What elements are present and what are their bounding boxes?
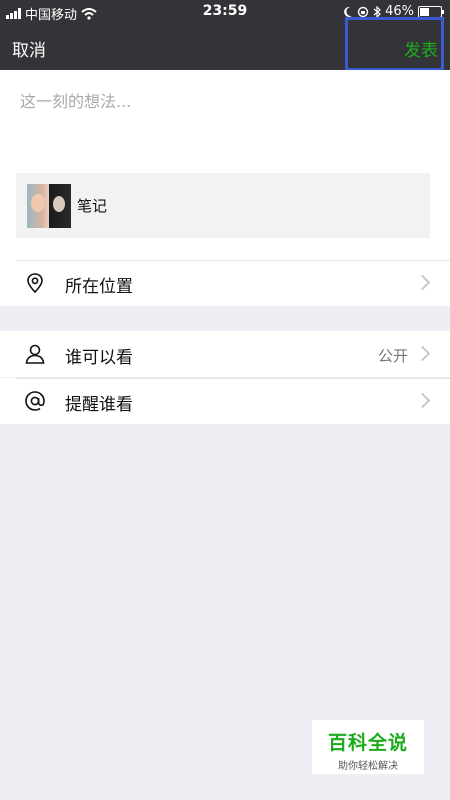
note-label: 笔记: [77, 197, 108, 215]
location-row[interactable]: 所在位置: [0, 260, 450, 306]
compose-area: 这一刻的想法... 笔记: [0, 70, 450, 260]
watermark-subtitle: 助你轻松解决: [338, 761, 398, 772]
battery-icon: [418, 5, 444, 18]
cancel-button[interactable]: 取消: [12, 36, 46, 61]
location-pin-icon: [27, 273, 43, 294]
visibility-value: 公开: [377, 347, 408, 365]
thought-input[interactable]: 这一刻的想法...: [20, 88, 131, 112]
highlight-box: [345, 17, 444, 71]
person-icon: [25, 344, 45, 364]
location-label: 所在位置: [65, 277, 133, 297]
chevron-right-icon: [414, 392, 431, 409]
remind-label: 提醒谁看: [65, 395, 133, 415]
bluetooth-icon: [373, 5, 381, 18]
visibility-row[interactable]: 谁可以看 公开: [0, 331, 450, 377]
chevron-right-icon: [414, 345, 431, 362]
watermark-title: 百科全说: [327, 732, 408, 754]
at-icon: [25, 391, 45, 411]
row-divider: [16, 260, 450, 261]
visibility-label: 谁可以看: [65, 348, 133, 368]
moon-icon: [344, 6, 353, 17]
chevron-right-icon: [414, 274, 431, 291]
remind-row[interactable]: 提醒谁看: [0, 378, 450, 424]
watermark-logo: 百科全说 助你轻松解决: [312, 720, 424, 774]
note-thumbnail: [27, 184, 71, 228]
rotation-lock-icon: [357, 6, 369, 17]
row-divider: [16, 378, 450, 379]
note-attachment[interactable]: 笔记: [16, 173, 430, 238]
